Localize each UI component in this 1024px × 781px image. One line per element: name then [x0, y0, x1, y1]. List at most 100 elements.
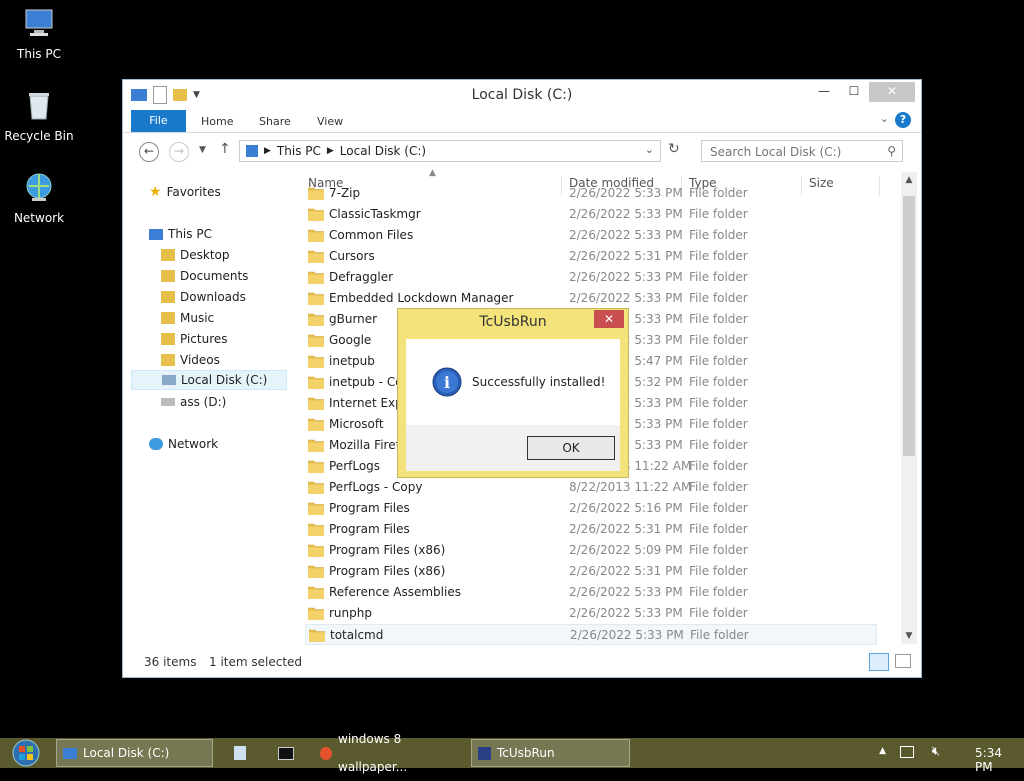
file-name: inetpub [329, 354, 375, 368]
folder-icon [161, 291, 175, 303]
nav-desktop[interactable]: Desktop [161, 245, 230, 265]
help-icon[interactable]: ? [895, 112, 911, 128]
minimize-button[interactable]: — [809, 82, 839, 102]
file-row[interactable]: Common Files 2/26/2022 5:33 PM File folder [305, 225, 877, 246]
file-name: Program Files [329, 501, 410, 515]
refresh-icon[interactable]: ↻ [668, 141, 680, 157]
file-row[interactable]: Program Files 2/26/2022 5:31 PM File folde… [305, 519, 877, 540]
close-button[interactable]: ✕ [869, 82, 915, 102]
folder-icon [161, 354, 175, 366]
file-row[interactable]: Program Files (x86) 2/26/2022 5:31 PM File… [305, 561, 877, 582]
ribbon-tabs: File Home Share View ⌄ ? [123, 108, 921, 133]
network-status-icon[interactable] [900, 746, 914, 758]
file-row[interactable]: Defraggler 2/26/2022 5:33 PM File folder [305, 267, 877, 288]
nav-label: ass (D:) [180, 395, 227, 409]
forward-button[interactable]: → [169, 142, 189, 162]
breadcrumb-local-disk[interactable]: Local Disk (C:) [340, 144, 426, 158]
navigation-pane: ★ Favorites This PC Desktop Documents Do… [123, 168, 298, 648]
nav-favorites[interactable]: ★ Favorites [149, 182, 221, 202]
nav-music[interactable]: Music [161, 308, 214, 328]
search-box[interactable]: ⚲ [701, 140, 903, 162]
file-row[interactable]: Embedded Lockdown Manager 2/26/2022 5:33 … [305, 288, 877, 309]
nav-pictures[interactable]: Pictures [161, 329, 228, 349]
file-row[interactable]: totalcmd 2/26/2022 5:33 PM File folder [305, 624, 877, 645]
file-row[interactable]: Program Files 2/26/2022 5:16 PM File folde… [305, 498, 877, 519]
address-bar[interactable]: ▶ This PC ▶ Local Disk (C:) ⌄ [239, 140, 661, 162]
taskbar-item-tcusbrun[interactable]: TcUsbRun [471, 739, 630, 767]
maximize-button[interactable]: ☐ [839, 82, 869, 102]
details-view-icon[interactable] [869, 653, 889, 671]
clock[interactable]: 5:34 PM [975, 746, 1002, 774]
file-name: PerfLogs [329, 459, 381, 473]
folder-icon [307, 228, 325, 243]
desktop-icon-network[interactable]: Network [4, 170, 74, 225]
taskbar-item-notepad[interactable] [228, 739, 256, 767]
taskbar-item-browser[interactable]: windows 8 wallpaper... [314, 732, 464, 774]
scroll-thumb[interactable] [903, 196, 915, 456]
taskbar-item-explorer[interactable]: Local Disk (C:) [56, 739, 213, 767]
file-name: Cursors [329, 249, 375, 263]
folder-icon [307, 564, 325, 579]
file-row[interactable]: Program Files (x86) 2/26/2022 5:09 PM File… [305, 540, 877, 561]
file-type: File folder [689, 417, 748, 431]
nav-videos[interactable]: Videos [161, 350, 220, 370]
scroll-up-icon[interactable]: ▲ [901, 172, 917, 188]
file-row[interactable]: 7-Zip 2/26/2022 5:33 PM File folder [305, 183, 877, 204]
taskbar-item-cmd[interactable] [272, 739, 300, 767]
start-orb-icon[interactable] [8, 738, 44, 768]
scroll-down-icon[interactable]: ▼ [901, 628, 917, 644]
nav-downloads[interactable]: Downloads [161, 287, 246, 307]
desktop-icon-label: Network [13, 211, 65, 225]
file-type: File folder [689, 438, 748, 452]
file-type: File folder [689, 501, 748, 515]
file-name: PerfLogs - Copy [329, 480, 423, 494]
dialog-close-button[interactable]: ✕ [594, 310, 624, 328]
window-title: Local Disk (C:) [471, 87, 573, 103]
desktop-icon-recycle-bin[interactable]: Recycle Bin [4, 88, 74, 143]
nav-label: Favorites [166, 185, 221, 199]
file-name: 7-Zip [329, 186, 361, 200]
file-date: 2/26/2022 5:33 PM [569, 186, 683, 200]
search-input[interactable] [708, 142, 882, 162]
nav-local-disk[interactable]: Local Disk (C:) [131, 370, 287, 390]
back-button[interactable]: ← [139, 142, 159, 162]
up-arrow-icon[interactable]: ↑ [219, 141, 231, 157]
tab-home[interactable]: Home [201, 111, 233, 132]
drive-icon [162, 375, 176, 385]
title-bar[interactable]: ▼ Local Disk (C:) — ☐ ✕ [123, 80, 921, 108]
file-type: File folder [689, 480, 748, 494]
breadcrumb-this-pc[interactable]: This PC [277, 144, 321, 158]
nav-documents[interactable]: Documents [161, 266, 248, 286]
expand-ribbon-icon[interactable]: ⌄ [880, 112, 889, 125]
show-hidden-icons-icon[interactable]: ▲ [879, 746, 886, 756]
desktop-icon-this-pc[interactable]: This PC [4, 6, 74, 61]
nav-network[interactable]: Network [149, 434, 218, 454]
ok-button[interactable]: OK [527, 436, 615, 460]
nav-label: Music [180, 311, 215, 325]
vertical-scrollbar[interactable]: ▲ ▼ [901, 172, 917, 644]
nav-ass-drive[interactable]: ass (D:) [161, 392, 226, 412]
tab-file[interactable]: File [131, 110, 186, 132]
file-name: Common Files [329, 228, 414, 242]
file-date: 2/26/2022 5:33 PM [569, 585, 683, 599]
breadcrumb-separator: ▶ [326, 146, 334, 156]
folder-icon [307, 606, 325, 621]
tab-view[interactable]: View [317, 111, 343, 132]
explorer-icon [63, 747, 77, 759]
nav-this-pc[interactable]: This PC [149, 224, 212, 244]
tab-share[interactable]: Share [259, 111, 291, 132]
file-row[interactable]: PerfLogs - Copy 8/22/2013 11:22 AM File fo… [305, 477, 877, 498]
file-row[interactable]: runphp 2/26/2022 5:33 PM File folder [305, 603, 877, 624]
volume-muted-icon[interactable]: 🔇︎ [932, 744, 940, 759]
address-dropdown-icon[interactable]: ⌄ [645, 143, 654, 156]
recent-locations-icon[interactable]: ▼ [199, 145, 206, 155]
file-row[interactable]: Cursors 2/26/2022 5:31 PM File folder [305, 246, 877, 267]
file-name: totalcmd [330, 628, 384, 642]
file-row[interactable]: Reference Assemblies 2/26/2022 5:33 PM Fil… [305, 582, 877, 603]
file-name: ClassicTaskmgr [329, 207, 421, 221]
folder-icon [307, 438, 325, 453]
nav-label: Videos [180, 353, 220, 367]
large-icons-view-icon[interactable] [895, 654, 911, 668]
file-row[interactable]: ClassicTaskmgr 2/26/2022 5:33 PM File fold… [305, 204, 877, 225]
star-icon: ★ [149, 184, 162, 200]
